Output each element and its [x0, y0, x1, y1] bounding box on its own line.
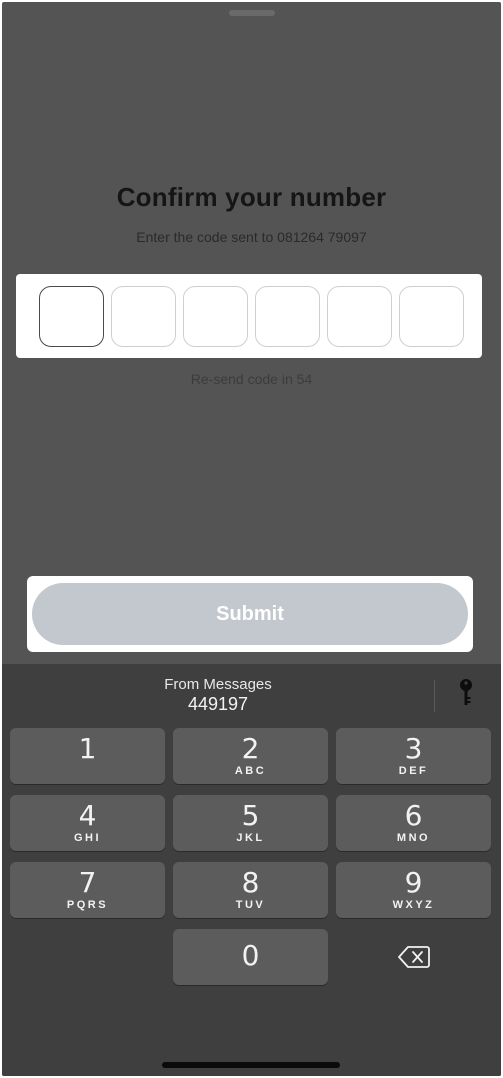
key-9[interactable]: 9 WXYZ — [336, 862, 491, 918]
key-digit: 3 — [404, 732, 423, 765]
key-1[interactable]: 1 — [10, 728, 165, 784]
key-3[interactable]: 3 DEF — [336, 728, 491, 784]
key-letters: WXYZ — [392, 899, 435, 911]
key-4[interactable]: 4 GHI — [10, 795, 165, 851]
numeric-keyboard: From Messages 449197 1 2 ABC 3 DEF 4 GHI… — [2, 664, 501, 1076]
key-digit: 0 — [241, 939, 260, 972]
key-digit: 9 — [404, 866, 423, 899]
key-digit: 8 — [241, 866, 260, 899]
key-icon[interactable] — [458, 678, 474, 708]
backspace-key[interactable] — [336, 929, 491, 985]
key-letters: TUV — [235, 899, 266, 911]
suggestion-source: From Messages — [164, 676, 272, 693]
key-digit: 2 — [241, 732, 260, 765]
key-letters: ABC — [234, 765, 267, 777]
key-7[interactable]: 7 PQRS — [10, 862, 165, 918]
sheet-grabber[interactable] — [229, 10, 275, 16]
key-8[interactable]: 8 TUV — [173, 862, 328, 918]
screen: Confirm your number Enter the code sent … — [2, 2, 501, 1076]
home-indicator[interactable] — [162, 1062, 340, 1068]
key-digit: 7 — [78, 866, 97, 899]
autofill-suggestion[interactable]: From Messages 449197 — [2, 676, 434, 714]
code-digit-6[interactable] — [399, 285, 464, 347]
key-letters: MNO — [396, 832, 431, 844]
key-digit: 5 — [241, 799, 260, 832]
suggestion-divider — [434, 680, 435, 712]
code-input-group — [16, 274, 482, 358]
key-letters: DEF — [398, 765, 429, 777]
autofill-suggestion-bar: From Messages 449197 — [2, 664, 501, 720]
key-digit: 4 — [78, 799, 97, 832]
backspace-icon — [397, 946, 430, 968]
key-0[interactable]: 0 — [173, 929, 328, 985]
code-digit-1[interactable] — [39, 285, 104, 347]
page-subtitle: Enter the code sent to 081264 79097 — [136, 229, 367, 245]
code-digit-3[interactable] — [183, 285, 248, 347]
key-2[interactable]: 2 ABC — [173, 728, 328, 784]
code-digit-5[interactable] — [327, 285, 392, 347]
key-letters: JKL — [236, 832, 265, 844]
submit-panel: Submit — [27, 576, 473, 652]
key-6[interactable]: 6 MNO — [336, 795, 491, 851]
page-title: Confirm your number — [116, 182, 387, 212]
key-letters: GHI — [73, 832, 102, 844]
resend-countdown: Re-send code in 54 — [190, 371, 313, 387]
key-digit: 1 — [78, 732, 97, 765]
key-5[interactable]: 5 JKL — [173, 795, 328, 851]
submit-button[interactable]: Submit — [32, 583, 468, 645]
key-digit: 6 — [404, 799, 423, 832]
suggestion-code: 449197 — [187, 694, 249, 714]
key-letters: PQRS — [66, 899, 109, 911]
code-digit-2[interactable] — [111, 285, 176, 347]
code-digit-4[interactable] — [255, 285, 320, 347]
